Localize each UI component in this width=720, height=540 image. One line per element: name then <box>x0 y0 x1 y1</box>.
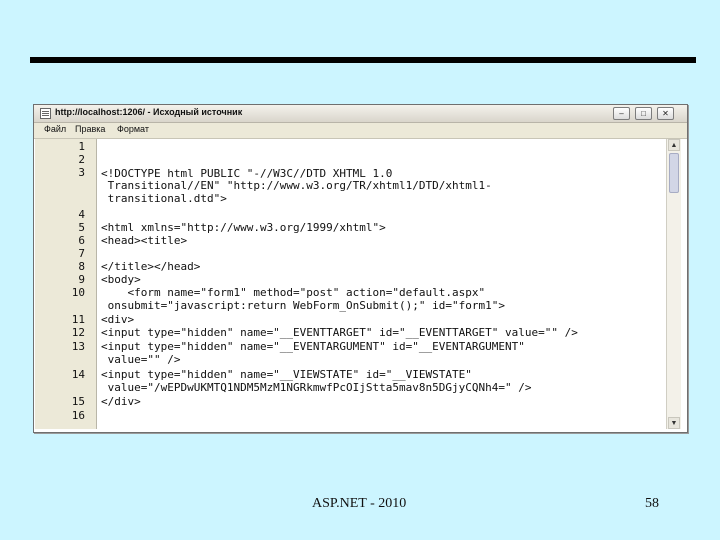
menu-file[interactable]: Файл <box>44 124 66 134</box>
code-line: <html xmlns="http://www.w3.org/1999/xhtm… <box>101 221 386 234</box>
code-line: <input type="hidden" name="__EVENTARGUME… <box>101 340 525 353</box>
close-button[interactable]: ✕ <box>657 107 674 120</box>
window-title: http://localhost:1206/ - Исходный источн… <box>55 107 243 117</box>
code-line: <head><title> <box>101 234 188 247</box>
line-number: 3 <box>78 166 85 179</box>
code-line: transitional.dtd"> <box>101 192 227 205</box>
vertical-scrollbar[interactable]: ▲ ▼ <box>666 139 681 429</box>
code-line: value="/wEPDwUKMTQ1NDM5MzM1NGRkmwfPcOIjS… <box>101 381 532 394</box>
line-number: 2 <box>78 153 85 166</box>
source-editor[interactable]: 1 2 3 4 5 6 7 8 9 10 11 12 13 14 15 16 <!DOCTYPE html PU… <box>35 139 663 429</box>
menu-format[interactable]: Формат <box>117 124 149 134</box>
window-titlebar[interactable]: http://localhost:1206/ - Исходный источн… <box>34 105 687 123</box>
footer-course: ASP.NET - 2010 <box>312 496 407 511</box>
code-line: <input type="hidden" name="__VIEWSTATE" … <box>101 368 472 381</box>
code-line: value="" /> <box>101 353 181 366</box>
scroll-up-arrow-icon[interactable]: ▲ <box>668 139 680 151</box>
code-line: </div> <box>101 395 141 408</box>
line-number: 1 <box>78 140 85 153</box>
minimize-button[interactable]: – <box>613 107 630 120</box>
title-rule <box>30 57 696 63</box>
code-line: </title></head> <box>101 260 201 273</box>
source-view-window: http://localhost:1206/ - Исходный источн… <box>33 104 688 433</box>
code-line: Transitional//EN" "http://www.w3.org/TR/… <box>101 179 492 192</box>
line-number: 4 <box>78 208 85 221</box>
line-number: 12 <box>71 326 85 339</box>
menu-bar: Файл Правка Формат <box>34 123 687 139</box>
line-number: 14 <box>71 368 85 381</box>
slide-number: 58 <box>645 496 659 511</box>
line-number: 16 <box>71 409 85 422</box>
code-line: <form name="form1" method="post" action=… <box>101 286 486 299</box>
line-number: 10 <box>71 286 85 299</box>
line-number: 8 <box>78 260 85 273</box>
code-line: <body> <box>101 273 141 286</box>
line-number: 9 <box>78 273 85 286</box>
scroll-down-arrow-icon[interactable]: ▼ <box>668 417 680 429</box>
line-number: 5 <box>78 221 85 234</box>
notepad-icon <box>40 108 51 119</box>
line-number: 13 <box>71 340 85 353</box>
scroll-thumb[interactable] <box>669 153 679 193</box>
line-number: 6 <box>78 234 85 247</box>
line-number: 7 <box>78 247 85 260</box>
maximize-button[interactable]: □ <box>635 107 652 120</box>
line-number: 15 <box>71 395 85 408</box>
code-line: onsubmit="javascript:return WebForm_OnSu… <box>101 299 505 312</box>
line-number: 11 <box>71 313 85 326</box>
code-line: <input type="hidden" name="__EVENTTARGET… <box>101 326 578 339</box>
code-line: <div> <box>101 313 135 326</box>
menu-edit[interactable]: Правка <box>75 124 105 134</box>
